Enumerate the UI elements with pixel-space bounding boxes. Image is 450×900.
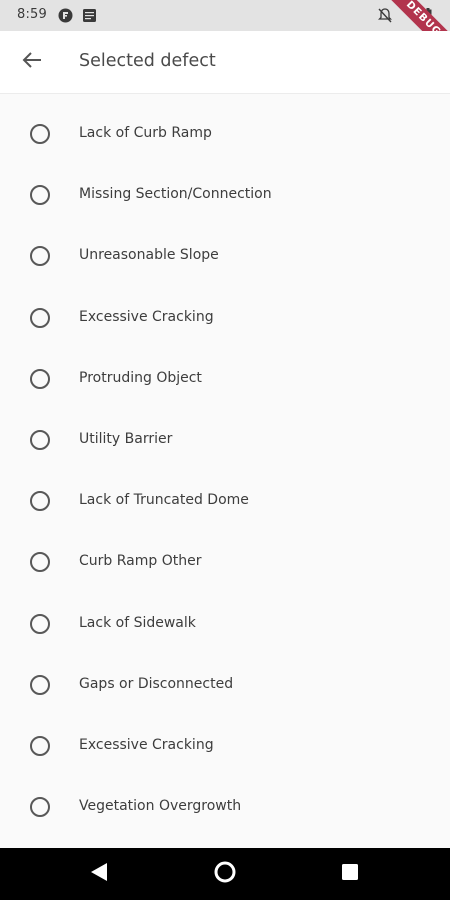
radio-button[interactable] (30, 185, 50, 206)
option-label: Excessive Cracking (79, 308, 214, 325)
status-time: 8:59 (17, 7, 47, 22)
notifications-off-icon (377, 8, 393, 23)
defect-option[interactable]: Lack of Sidewalk (0, 593, 450, 654)
arrow-left-icon (22, 51, 42, 73)
radio-button[interactable] (30, 552, 50, 573)
radio-button[interactable] (30, 246, 50, 267)
app-bar: Selected defect (0, 31, 450, 94)
nav-recents-button[interactable] (337, 861, 363, 887)
radio-button[interactable] (30, 797, 50, 818)
option-label: Lack of Curb Ramp (79, 125, 212, 141)
nav-home-button[interactable] (212, 861, 238, 887)
status-bar: 8:59 DEBUG (0, 0, 450, 72)
defect-option[interactable]: Curb Ramp Other (0, 531, 450, 592)
option-label: Utility Barrier (79, 430, 173, 447)
radio-button[interactable] (30, 429, 50, 450)
circle-home-icon (214, 861, 236, 887)
defect-options-list: Lack of Curb Ramp Missing Section/Connec… (0, 103, 450, 837)
radio-button[interactable] (30, 124, 50, 144)
radio-button[interactable] (30, 491, 50, 512)
page-title: Selected defect (79, 51, 216, 71)
option-label: Missing Section/Connection (79, 186, 272, 203)
defect-option[interactable]: Protruding Object (0, 348, 450, 409)
sd-card-icon (82, 8, 97, 23)
defect-option[interactable]: Lack of Curb Ramp (0, 103, 450, 164)
option-label: Gaps or Disconnected (79, 675, 234, 692)
triangle-back-icon (90, 862, 108, 886)
option-label: Excessive Cracking (79, 736, 214, 753)
radio-button[interactable] (30, 613, 50, 634)
defect-option[interactable]: Lack of Truncated Dome (0, 470, 450, 531)
defect-option[interactable]: Missing Section/Connection (0, 164, 450, 225)
nav-back-button[interactable] (86, 861, 112, 887)
option-label: Lack of Sidewalk (79, 614, 196, 631)
app-notification-icon (58, 8, 73, 23)
radio-button[interactable] (30, 307, 50, 328)
square-recents-icon (341, 863, 359, 885)
defect-option[interactable]: Gaps or Disconnected (0, 654, 450, 715)
defect-option[interactable]: Excessive Cracking (0, 287, 450, 348)
radio-button[interactable] (30, 674, 50, 695)
option-label: Unreasonable Slope (79, 247, 219, 264)
radio-button[interactable] (30, 368, 50, 389)
defect-option[interactable]: Utility Barrier (0, 409, 450, 470)
back-button[interactable] (14, 44, 50, 80)
defect-option[interactable]: Vegetation Overgrowth (0, 776, 450, 837)
system-navigation-bar (0, 848, 450, 900)
option-label: Lack of Truncated Dome (79, 492, 249, 509)
option-label: Curb Ramp Other (79, 553, 202, 570)
defect-option[interactable]: Unreasonable Slope (0, 225, 450, 286)
option-label: Protruding Object (79, 369, 202, 386)
defect-option[interactable]: Excessive Cracking (0, 715, 450, 776)
option-label: Vegetation Overgrowth (79, 798, 242, 815)
radio-button[interactable] (30, 735, 50, 756)
